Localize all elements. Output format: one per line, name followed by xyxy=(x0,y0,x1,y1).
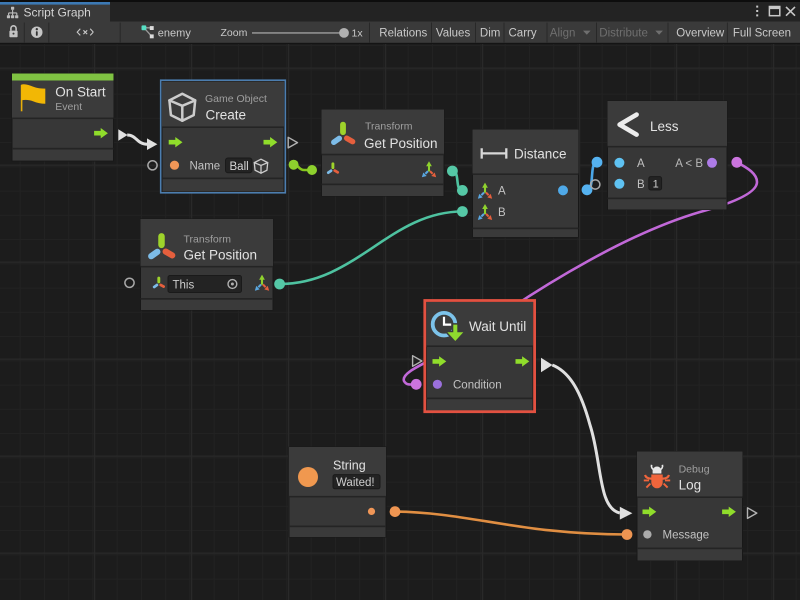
svg-text:enemy: enemy xyxy=(158,27,192,39)
svg-text:Less: Less xyxy=(650,119,679,134)
svg-text:1: 1 xyxy=(653,178,659,190)
svg-text:A < B: A < B xyxy=(675,158,703,170)
svg-text:Overview: Overview xyxy=(676,27,725,39)
svg-text:Get Position: Get Position xyxy=(184,248,258,263)
svg-text:Dim: Dim xyxy=(480,27,500,39)
svg-text:Values: Values xyxy=(436,27,471,39)
svg-text:A: A xyxy=(498,186,506,198)
svg-text:Event: Event xyxy=(55,101,82,113)
svg-text:Transform: Transform xyxy=(184,234,232,246)
svg-text:Relations: Relations xyxy=(379,27,427,39)
svg-text:B: B xyxy=(498,207,506,219)
svg-text:Distribute: Distribute xyxy=(599,27,648,39)
svg-text:A: A xyxy=(637,158,645,170)
svg-text:Game Object: Game Object xyxy=(205,93,267,105)
svg-text:Zoom: Zoom xyxy=(221,27,248,39)
svg-text:On Start: On Start xyxy=(55,84,106,99)
svg-text:String: String xyxy=(333,459,366,473)
svg-text:Distance: Distance xyxy=(514,146,567,161)
svg-text:Name: Name xyxy=(190,160,221,172)
svg-text:1x: 1x xyxy=(352,27,364,39)
svg-text:Script Graph: Script Graph xyxy=(24,5,91,19)
svg-text:B: B xyxy=(637,179,645,191)
svg-text:Carry: Carry xyxy=(509,27,537,39)
svg-text:Full Screen: Full Screen xyxy=(733,27,791,39)
svg-text:Message: Message xyxy=(663,530,710,542)
svg-text:Log: Log xyxy=(679,478,702,493)
svg-text:Create: Create xyxy=(206,108,247,123)
svg-text:Wait Until: Wait Until xyxy=(469,319,526,334)
svg-text:Get Position: Get Position xyxy=(364,136,438,151)
svg-text:Align: Align xyxy=(550,27,576,39)
svg-text:Condition: Condition xyxy=(453,380,502,392)
svg-text:Waited!: Waited! xyxy=(336,477,375,489)
svg-text:Debug: Debug xyxy=(679,463,710,475)
svg-text:Transform: Transform xyxy=(365,121,413,133)
svg-text:Ball: Ball xyxy=(230,161,249,173)
svg-text:This: This xyxy=(173,280,195,292)
